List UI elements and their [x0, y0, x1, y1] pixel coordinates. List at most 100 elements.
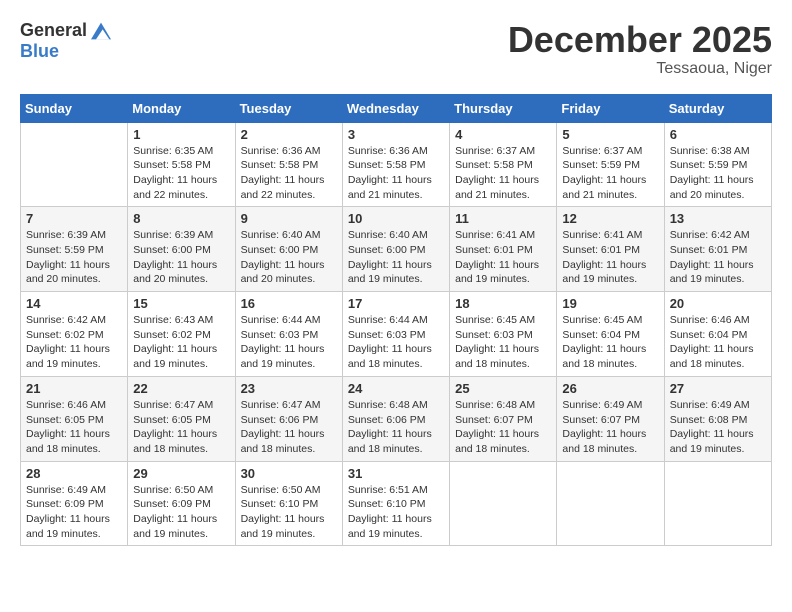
day-info: Sunrise: 6:43 AM Sunset: 6:02 PM Dayligh… — [133, 313, 229, 372]
month-title: December 2025 — [508, 20, 772, 60]
day-info: Sunrise: 6:46 AM Sunset: 6:04 PM Dayligh… — [670, 313, 766, 372]
day-number: 16 — [241, 296, 337, 311]
calendar-cell: 20 Sunrise: 6:46 AM Sunset: 6:04 PM Dayli… — [664, 292, 771, 377]
day-info: Sunrise: 6:50 AM Sunset: 6:09 PM Dayligh… — [133, 483, 229, 542]
weekday-header-tuesday: Tuesday — [235, 94, 342, 122]
day-number: 10 — [348, 211, 444, 226]
calendar-cell — [664, 461, 771, 546]
calendar-table: SundayMondayTuesdayWednesdayThursdayFrid… — [20, 94, 772, 547]
day-number: 17 — [348, 296, 444, 311]
day-info: Sunrise: 6:44 AM Sunset: 6:03 PM Dayligh… — [348, 313, 444, 372]
calendar-cell: 2 Sunrise: 6:36 AM Sunset: 5:58 PM Daylig… — [235, 122, 342, 207]
calendar-cell: 21 Sunrise: 6:46 AM Sunset: 6:05 PM Dayli… — [21, 376, 128, 461]
day-number: 11 — [455, 211, 551, 226]
day-number: 8 — [133, 211, 229, 226]
calendar-cell: 19 Sunrise: 6:45 AM Sunset: 6:04 PM Dayli… — [557, 292, 664, 377]
day-info: Sunrise: 6:41 AM Sunset: 6:01 PM Dayligh… — [455, 228, 551, 287]
calendar-cell: 12Sunrise: 6:41 AM Sunset: 6:01 PM Dayli… — [557, 207, 664, 292]
calendar-cell: 13 Sunrise: 6:42 AM Sunset: 6:01 PM Dayli… — [664, 207, 771, 292]
calendar-cell: 25 Sunrise: 6:48 AM Sunset: 6:07 PM Dayli… — [450, 376, 557, 461]
logo-general-text: General — [20, 20, 87, 41]
day-info: Sunrise: 6:45 AM Sunset: 6:03 PM Dayligh… — [455, 313, 551, 372]
calendar-cell: 26Sunrise: 6:49 AM Sunset: 6:07 PM Dayli… — [557, 376, 664, 461]
day-number: 13 — [670, 211, 766, 226]
day-number: 14 — [26, 296, 122, 311]
calendar-cell: 27 Sunrise: 6:49 AM Sunset: 6:08 PM Dayli… — [664, 376, 771, 461]
day-info: Sunrise: 6:37 AM Sunset: 5:58 PM Dayligh… — [455, 144, 551, 203]
weekday-header-sunday: Sunday — [21, 94, 128, 122]
weekday-header-wednesday: Wednesday — [342, 94, 449, 122]
calendar-cell: 11 Sunrise: 6:41 AM Sunset: 6:01 PM Dayli… — [450, 207, 557, 292]
day-number: 7 — [26, 211, 122, 226]
day-info: Sunrise: 6:50 AM Sunset: 6:10 PM Dayligh… — [241, 483, 337, 542]
calendar-cell: 10Sunrise: 6:40 AM Sunset: 6:00 PM Dayli… — [342, 207, 449, 292]
logo: General Blue — [20, 20, 111, 62]
calendar-cell: 28 Sunrise: 6:49 AM Sunset: 6:09 PM Dayli… — [21, 461, 128, 546]
day-number: 19 — [562, 296, 658, 311]
calendar-cell: 9 Sunrise: 6:40 AM Sunset: 6:00 PM Daylig… — [235, 207, 342, 292]
day-info: Sunrise: 6:48 AM Sunset: 6:07 PM Dayligh… — [455, 398, 551, 457]
day-info: Sunrise: 6:47 AM Sunset: 6:06 PM Dayligh… — [241, 398, 337, 457]
calendar-cell: 23 Sunrise: 6:47 AM Sunset: 6:06 PM Dayli… — [235, 376, 342, 461]
calendar-cell — [21, 122, 128, 207]
calendar-cell: 16 Sunrise: 6:44 AM Sunset: 6:03 PM Dayli… — [235, 292, 342, 377]
day-info: Sunrise: 6:39 AM Sunset: 5:59 PM Dayligh… — [26, 228, 122, 287]
calendar-cell: 7 Sunrise: 6:39 AM Sunset: 5:59 PM Daylig… — [21, 207, 128, 292]
day-info: Sunrise: 6:36 AM Sunset: 5:58 PM Dayligh… — [241, 144, 337, 203]
day-number: 23 — [241, 381, 337, 396]
logo-icon — [91, 21, 111, 41]
day-info: Sunrise: 6:49 AM Sunset: 6:08 PM Dayligh… — [670, 398, 766, 457]
day-info: Sunrise: 6:39 AM Sunset: 6:00 PM Dayligh… — [133, 228, 229, 287]
weekday-header-friday: Friday — [557, 94, 664, 122]
day-number: 29 — [133, 466, 229, 481]
day-number: 1 — [133, 127, 229, 142]
day-info: Sunrise: 6:40 AM Sunset: 6:00 PM Dayligh… — [241, 228, 337, 287]
day-number: 15 — [133, 296, 229, 311]
day-info: Sunrise: 6:44 AM Sunset: 6:03 PM Dayligh… — [241, 313, 337, 372]
day-number: 4 — [455, 127, 551, 142]
day-number: 31 — [348, 466, 444, 481]
calendar-cell: 29 Sunrise: 6:50 AM Sunset: 6:09 PM Dayli… — [128, 461, 235, 546]
day-number: 28 — [26, 466, 122, 481]
calendar-cell: 17 Sunrise: 6:44 AM Sunset: 6:03 PM Dayli… — [342, 292, 449, 377]
day-number: 5 — [562, 127, 658, 142]
day-info: Sunrise: 6:49 AM Sunset: 6:07 PM Dayligh… — [562, 398, 658, 457]
day-number: 18 — [455, 296, 551, 311]
day-number: 2 — [241, 127, 337, 142]
day-info: Sunrise: 6:42 AM Sunset: 6:01 PM Dayligh… — [670, 228, 766, 287]
day-number: 3 — [348, 127, 444, 142]
day-info: Sunrise: 6:49 AM Sunset: 6:09 PM Dayligh… — [26, 483, 122, 542]
day-number: 21 — [26, 381, 122, 396]
day-info: Sunrise: 6:48 AM Sunset: 6:06 PM Dayligh… — [348, 398, 444, 457]
day-info: Sunrise: 6:35 AM Sunset: 5:58 PM Dayligh… — [133, 144, 229, 203]
calendar-cell: 4 Sunrise: 6:37 AM Sunset: 5:58 PM Daylig… — [450, 122, 557, 207]
weekday-header-saturday: Saturday — [664, 94, 771, 122]
calendar-cell: 15 Sunrise: 6:43 AM Sunset: 6:02 PM Dayli… — [128, 292, 235, 377]
day-number: 20 — [670, 296, 766, 311]
calendar-cell: 8 Sunrise: 6:39 AM Sunset: 6:00 PM Daylig… — [128, 207, 235, 292]
calendar-cell: 30 Sunrise: 6:50 AM Sunset: 6:10 PM Dayli… — [235, 461, 342, 546]
day-number: 30 — [241, 466, 337, 481]
day-number: 12 — [562, 211, 658, 226]
calendar-cell: 5 Sunrise: 6:37 AM Sunset: 5:59 PM Daylig… — [557, 122, 664, 207]
day-info: Sunrise: 6:45 AM Sunset: 6:04 PM Dayligh… — [562, 313, 658, 372]
calendar-cell: 1 Sunrise: 6:35 AM Sunset: 5:58 PM Daylig… — [128, 122, 235, 207]
day-info: Sunrise: 6:47 AM Sunset: 6:05 PM Dayligh… — [133, 398, 229, 457]
calendar-cell: 31Sunrise: 6:51 AM Sunset: 6:10 PM Dayli… — [342, 461, 449, 546]
logo-blue-text: Blue — [20, 41, 59, 62]
calendar-cell: 22Sunrise: 6:47 AM Sunset: 6:05 PM Dayli… — [128, 376, 235, 461]
day-number: 9 — [241, 211, 337, 226]
calendar-cell: 18 Sunrise: 6:45 AM Sunset: 6:03 PM Dayli… — [450, 292, 557, 377]
weekday-header-thursday: Thursday — [450, 94, 557, 122]
day-info: Sunrise: 6:37 AM Sunset: 5:59 PM Dayligh… — [562, 144, 658, 203]
day-info: Sunrise: 6:42 AM Sunset: 6:02 PM Dayligh… — [26, 313, 122, 372]
calendar-cell — [450, 461, 557, 546]
day-number: 25 — [455, 381, 551, 396]
calendar-cell: 14 Sunrise: 6:42 AM Sunset: 6:02 PM Dayli… — [21, 292, 128, 377]
day-info: Sunrise: 6:46 AM Sunset: 6:05 PM Dayligh… — [26, 398, 122, 457]
location: Tessaoua, Niger — [508, 60, 772, 78]
calendar-cell: 24 Sunrise: 6:48 AM Sunset: 6:06 PM Dayli… — [342, 376, 449, 461]
day-number: 27 — [670, 381, 766, 396]
day-number: 24 — [348, 381, 444, 396]
page-header: General Blue December 2025 Tessaoua, Nig… — [20, 20, 772, 78]
